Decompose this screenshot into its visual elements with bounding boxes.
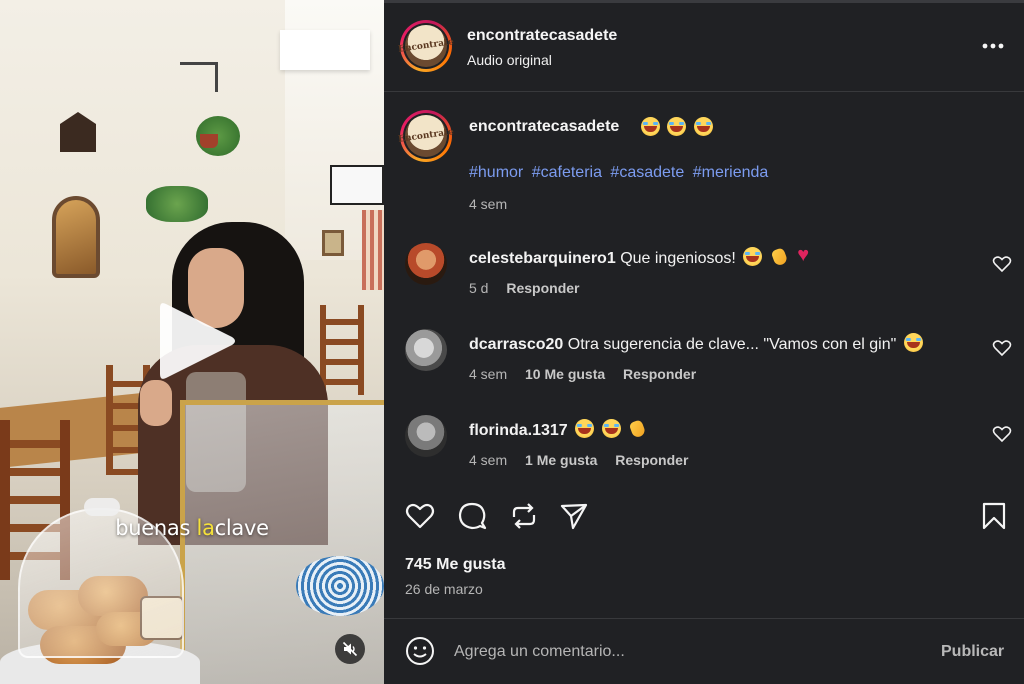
hashtag-list: #humor #cafeteria #casadete #merienda xyxy=(469,164,772,182)
avatar-logo-text: Encontrate xyxy=(397,127,455,145)
caption-timestamp[interactable]: 4 sem xyxy=(469,196,507,212)
post-date[interactable]: 26 de marzo xyxy=(405,581,483,597)
comment-text: Otra sugerencia de clave... "Vamos con e… xyxy=(567,336,897,353)
comment-meta: 4 sem 1 Me gusta Responder xyxy=(469,452,702,468)
heart-icon[interactable] xyxy=(404,500,436,532)
repost-icon[interactable] xyxy=(508,500,540,532)
comment-item: florinda.1317 4 sem 1 Me gusta Responder xyxy=(384,415,1024,495)
comment-like-heart-icon[interactable] xyxy=(992,425,1012,443)
action-bar xyxy=(384,496,1024,540)
muted-speaker-icon[interactable] xyxy=(335,634,365,664)
video-scene-mirror xyxy=(52,196,100,278)
comment-body: celestebarquinero1 Que ingeniosos! xyxy=(469,244,815,268)
video-caption-word: clave xyxy=(214,516,269,540)
caption-avatar[interactable]: Encontrate xyxy=(398,110,454,162)
video-scene-plant-shelf xyxy=(146,186,208,222)
add-comment-bar: Publicar xyxy=(384,618,1024,684)
video-scene-cuckoo-clock xyxy=(60,112,96,152)
comment-username[interactable]: dcarrasco20 xyxy=(469,336,563,353)
avatar-logo: Encontrate xyxy=(398,25,454,67)
clapping-hands-icon xyxy=(770,247,789,266)
video-scene-bracket xyxy=(180,62,218,92)
play-icon[interactable] xyxy=(156,296,238,386)
hashtag-link[interactable]: #humor xyxy=(469,164,523,181)
video-scene-picture xyxy=(322,230,344,256)
comment-input[interactable] xyxy=(454,637,924,667)
share-icon[interactable] xyxy=(558,500,590,532)
video-scene-plate xyxy=(296,556,384,616)
publish-button[interactable]: Publicar xyxy=(941,643,1004,661)
hashtag-link[interactable]: #casadete xyxy=(610,164,684,181)
video-scene-shelf xyxy=(280,30,370,70)
post-viewer: buenas laclave Encontrate encontratecasa… xyxy=(0,0,1024,684)
comment-item: dcarrasco20 Otra sugerencia de clave... … xyxy=(384,329,1024,409)
hashtag-link[interactable]: #merienda xyxy=(693,164,769,181)
emoji-picker-icon[interactable] xyxy=(405,636,435,666)
laughing-face-icon xyxy=(575,419,595,438)
video-caption-highlight: la xyxy=(196,516,215,540)
comment-meta: 5 d Responder xyxy=(469,280,593,296)
reply-button[interactable]: Responder xyxy=(506,280,579,296)
video-scene-chair xyxy=(320,305,364,395)
reply-button[interactable]: Responder xyxy=(623,366,696,382)
video-scene-person-hand xyxy=(140,380,172,426)
laughing-face-icon xyxy=(641,117,660,136)
hashtag-link[interactable]: #cafeteria xyxy=(532,164,602,181)
comment-timestamp[interactable]: 4 sem xyxy=(469,452,507,468)
comment-timestamp[interactable]: 5 d xyxy=(469,280,488,296)
reel-video[interactable]: buenas laclave xyxy=(0,0,384,684)
caption-emojis xyxy=(638,117,713,138)
comment-avatar[interactable] xyxy=(405,329,447,371)
caption-username[interactable]: encontratecasadete xyxy=(469,118,619,136)
video-scene-dome-knob xyxy=(84,498,120,516)
comment-item: celestebarquinero1 Que ingeniosos! 5 d R… xyxy=(384,243,1024,323)
likes-count[interactable]: 745 Me gusta xyxy=(405,556,505,574)
laughing-face-icon xyxy=(693,117,713,136)
comment-icon[interactable] xyxy=(456,500,488,532)
comment-body: florinda.1317 xyxy=(469,419,647,440)
comment-avatar[interactable] xyxy=(405,243,447,285)
laughing-face-icon xyxy=(601,419,621,438)
post-header: Encontrate encontratecasadete Audio orig… xyxy=(384,0,1024,92)
comment-likes[interactable]: 1 Me gusta xyxy=(525,452,597,468)
comment-timestamp[interactable]: 4 sem xyxy=(469,366,507,382)
comment-username[interactable]: celestebarquinero1 xyxy=(469,250,616,267)
laughing-face-icon xyxy=(903,333,923,352)
video-scene-fan xyxy=(330,165,384,205)
clapping-hands-icon xyxy=(628,419,647,438)
video-scene-curtain xyxy=(362,210,384,290)
heart-emoji-icon xyxy=(796,244,815,267)
reply-button[interactable]: Responder xyxy=(615,452,688,468)
more-horizontal-icon[interactable] xyxy=(978,34,1008,58)
video-scene-pot xyxy=(200,134,218,148)
comment-text: Que ingeniosos! xyxy=(620,250,736,267)
post-panel: Encontrate encontratecasadete Audio orig… xyxy=(384,0,1024,684)
comment-username[interactable]: florinda.1317 xyxy=(469,422,568,439)
video-caption-word: buenas xyxy=(115,516,191,540)
audio-label[interactable]: Audio original xyxy=(467,52,552,68)
laughing-face-icon xyxy=(743,247,763,266)
avatar-logo: Encontrate xyxy=(398,115,454,157)
video-caption: buenas laclave xyxy=(0,516,384,540)
header-avatar[interactable]: Encontrate xyxy=(398,20,454,72)
comment-likes[interactable]: 10 Me gusta xyxy=(525,366,605,382)
laughing-face-icon xyxy=(667,117,687,136)
comment-meta: 4 sem 10 Me gusta Responder xyxy=(469,366,710,382)
header-username[interactable]: encontratecasadete xyxy=(467,27,617,45)
avatar-logo-text: Encontrate xyxy=(397,37,455,55)
bookmark-icon[interactable] xyxy=(978,500,1010,532)
comment-like-heart-icon[interactable] xyxy=(992,339,1012,357)
comment-like-heart-icon[interactable] xyxy=(992,255,1012,273)
comment-body: dcarrasco20 Otra sugerencia de clave... … xyxy=(469,333,923,354)
comment-avatar[interactable] xyxy=(405,415,447,457)
